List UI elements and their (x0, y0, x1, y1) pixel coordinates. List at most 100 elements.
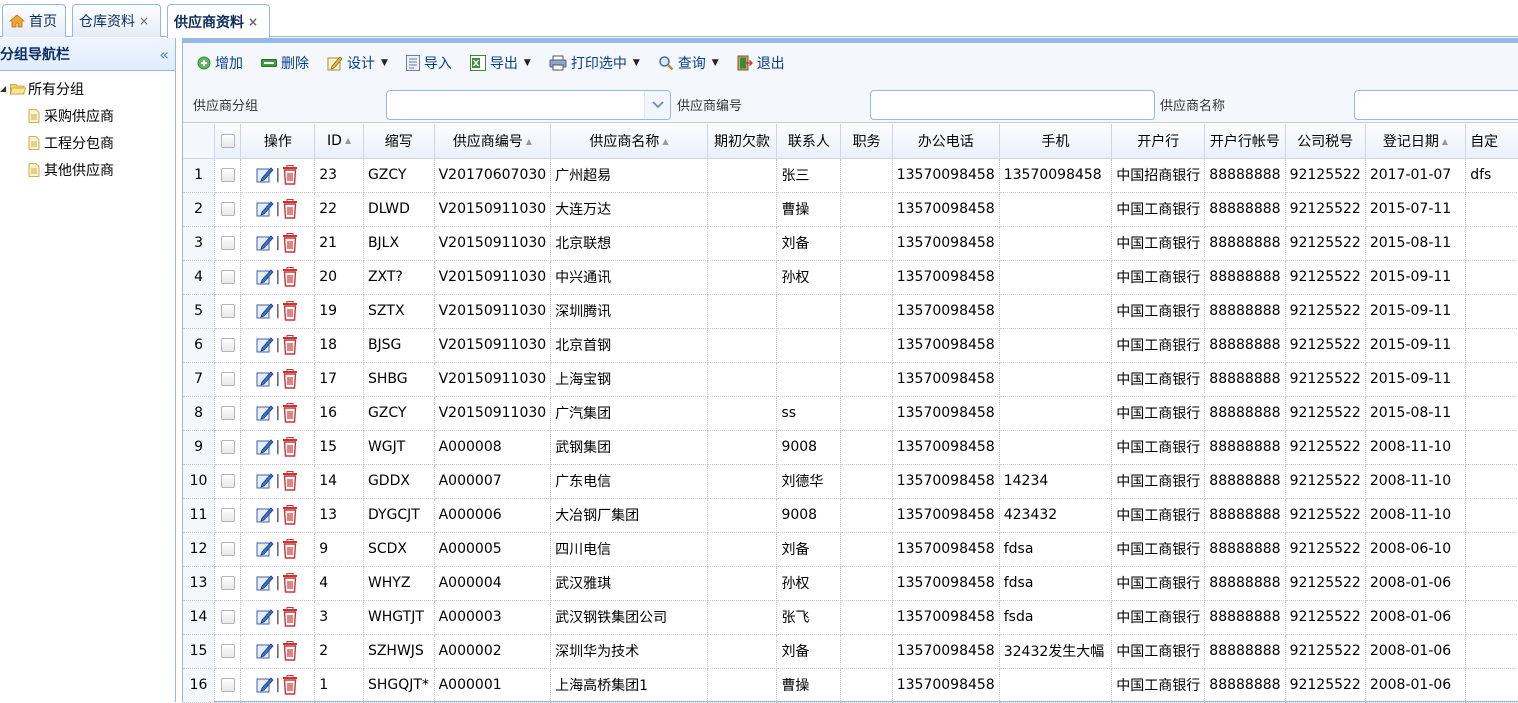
row-checkbox[interactable] (220, 576, 235, 590)
edit-icon[interactable] (256, 540, 275, 558)
trash-icon[interactable] (281, 165, 299, 185)
tab-home[interactable]: 首页 (2, 4, 66, 37)
row-checkbox-cell[interactable] (214, 532, 242, 567)
edit-icon[interactable] (256, 676, 275, 694)
table-row[interactable]: 5 | 19 SZTX V20150911030 深圳腾讯 13570098458 中国工… (183, 294, 1518, 329)
col-header-date[interactable]: 登记日期 ▲ (1365, 124, 1467, 159)
table-row[interactable]: 7 | 17 SHBG V20150911030 上海宝钢 13570098458 中国工… (183, 362, 1518, 397)
table-row[interactable]: 8 | 16 GZCY V20150911030 广汽集团 ss 13570098458 中… (183, 396, 1518, 431)
design-menu-button[interactable]: 设计 ▼ (327, 53, 388, 73)
trash-icon[interactable] (281, 539, 299, 559)
edit-icon[interactable] (256, 506, 275, 524)
edit-icon[interactable] (256, 438, 275, 456)
table-row[interactable]: 16 | 1 SHGQJT* A000001 上海高桥集团1 曹操 13570098458… (183, 668, 1518, 703)
trash-icon[interactable] (281, 607, 299, 627)
edit-icon[interactable] (256, 472, 275, 490)
chevron-down-icon[interactable] (644, 91, 670, 119)
tree-node-other-supplier[interactable]: 其他供应商 (0, 156, 175, 183)
edit-icon[interactable] (256, 642, 275, 660)
supplier-code-input[interactable] (870, 90, 1155, 120)
sort-icon[interactable]: ▲ (662, 137, 668, 146)
row-checkbox[interactable] (220, 372, 235, 386)
row-checkbox-cell[interactable] (214, 566, 242, 601)
row-checkbox[interactable] (220, 678, 235, 692)
tree-node-all-groups[interactable]: ◢ 所有分组 (0, 75, 175, 102)
edit-icon[interactable] (256, 608, 275, 626)
row-checkbox[interactable] (220, 610, 235, 624)
row-checkbox[interactable] (220, 406, 235, 420)
query-menu-button[interactable]: 查询 ▼ (658, 53, 719, 73)
table-row[interactable]: 9 | 15 WGJT A000008 武钢集团 9008 13570098458 中国工商… (183, 430, 1518, 465)
trash-icon[interactable] (281, 369, 299, 389)
close-icon[interactable]: × (139, 14, 149, 28)
edit-icon[interactable] (256, 370, 275, 388)
export-menu-button[interactable]: 导出 ▼ (469, 53, 531, 73)
table-row[interactable]: 12 | 9 SCDX A000005 四川电信 刘备 13570098458 fdsa 中国… (183, 532, 1518, 567)
col-header-name[interactable]: 供应商名称 ▲ (550, 124, 708, 159)
edit-icon[interactable] (256, 302, 275, 320)
trash-icon[interactable] (281, 641, 299, 661)
exit-button[interactable]: 退出 (737, 53, 785, 73)
row-checkbox[interactable] (220, 202, 235, 216)
trash-icon[interactable] (281, 301, 299, 321)
trash-icon[interactable] (281, 471, 299, 491)
row-checkbox[interactable] (220, 542, 235, 556)
trash-icon[interactable] (281, 675, 299, 695)
table-row[interactable]: 3 | 21 BJLX V20150911030 北京联想 刘备 13570098458 中… (183, 226, 1518, 261)
row-checkbox-cell[interactable] (214, 600, 242, 635)
trash-icon[interactable] (281, 335, 299, 355)
table-row[interactable]: 2 | 22 DLWD V20150911030 大连万达 曹操 13570098458 中… (183, 192, 1518, 227)
row-checkbox-cell[interactable] (214, 668, 242, 703)
row-checkbox[interactable] (220, 644, 235, 658)
edit-icon[interactable] (256, 200, 275, 218)
tab-warehouse[interactable]: 仓库资料 × (72, 4, 161, 37)
trash-icon[interactable] (281, 437, 299, 457)
tab-supplier[interactable]: 供应商资料 × (167, 4, 270, 38)
row-checkbox-cell[interactable] (214, 192, 242, 227)
trash-icon[interactable] (281, 233, 299, 253)
supplier-group-select[interactable] (386, 90, 671, 120)
edit-icon[interactable] (256, 404, 275, 422)
row-checkbox[interactable] (220, 338, 235, 352)
table-row[interactable]: 11 | 13 DYGCJT A000006 大冶钢厂集团 9008 1357009845… (183, 498, 1518, 533)
collapse-icon[interactable]: « (159, 45, 169, 64)
tree-node-subcontractor[interactable]: 工程分包商 (0, 129, 175, 156)
row-checkbox-cell[interactable] (214, 634, 242, 669)
row-checkbox-cell[interactable] (214, 498, 242, 533)
sort-icon[interactable]: ▲ (345, 136, 351, 145)
sort-icon[interactable]: ▲ (1442, 137, 1448, 146)
edit-icon[interactable] (256, 166, 275, 184)
row-checkbox[interactable] (220, 168, 235, 182)
row-checkbox[interactable] (220, 304, 235, 318)
close-icon[interactable]: × (248, 15, 258, 29)
row-checkbox[interactable] (220, 508, 235, 522)
col-header-id[interactable]: ID ▲ (314, 124, 364, 159)
import-button[interactable]: 导入 (405, 53, 452, 73)
trash-icon[interactable] (281, 573, 299, 593)
row-checkbox[interactable] (220, 270, 235, 284)
tree-node-purchase-supplier[interactable]: 采购供应商 (0, 102, 175, 129)
row-checkbox-cell[interactable] (214, 464, 242, 499)
expand-icon[interactable]: ◢ (0, 84, 8, 93)
row-checkbox-cell[interactable] (214, 362, 242, 397)
supplier-name-input[interactable] (1354, 90, 1518, 120)
trash-icon[interactable] (281, 403, 299, 423)
print-selected-menu-button[interactable]: 打印选中 ▼ (549, 53, 640, 73)
select-all-checkbox-cell[interactable] (214, 124, 242, 159)
add-button[interactable]: 增加 (197, 53, 243, 73)
table-row[interactable]: 10 | 14 GDDX A000007 广东电信 刘德华 13570098458 1423… (183, 464, 1518, 499)
table-row[interactable]: 13 | 4 WHYZ A000004 武汉雅琪 孙权 13570098458 fdsa 中国… (183, 566, 1518, 601)
trash-icon[interactable] (281, 199, 299, 219)
row-checkbox-cell[interactable] (214, 294, 242, 329)
trash-icon[interactable] (281, 267, 299, 287)
row-checkbox-cell[interactable] (214, 260, 242, 295)
edit-icon[interactable] (256, 336, 275, 354)
row-checkbox-cell[interactable] (214, 226, 242, 261)
table-row[interactable]: 14 | 3 WHGTJT A000003 武汉钢铁集团公司 张飞 13570098458… (183, 600, 1518, 635)
edit-icon[interactable] (256, 574, 275, 592)
row-checkbox-cell[interactable] (214, 396, 242, 431)
col-header-code[interactable]: 供应商编号 ▲ (434, 124, 552, 159)
table-row[interactable]: 4 | 20 ZXT? V20150911030 中兴通讯 孙权 13570098458 中… (183, 260, 1518, 295)
select-all-checkbox[interactable] (220, 133, 235, 148)
row-checkbox-cell[interactable] (214, 158, 242, 193)
